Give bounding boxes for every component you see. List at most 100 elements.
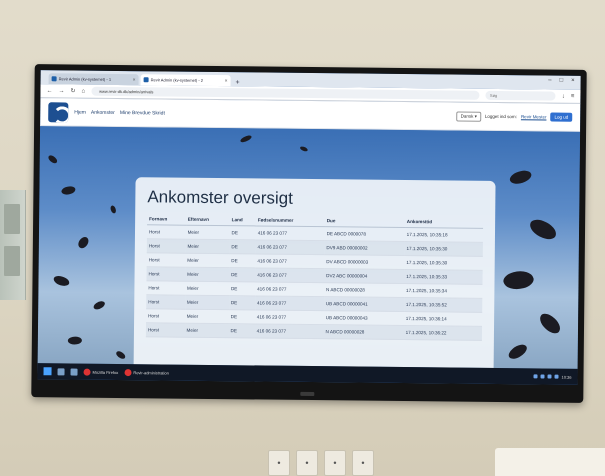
pigeon-silhouette [501, 267, 536, 293]
taskbar-app-admin[interactable]: Revir-administration [124, 368, 169, 376]
table-cell: 17.1.2025, 10:36:22 [403, 325, 483, 341]
column-header[interactable]: Fornavn [147, 213, 186, 226]
outlet: • [352, 450, 374, 476]
column-header[interactable]: Fødselsnummer [255, 214, 325, 227]
app-icon [124, 368, 132, 376]
home-icon[interactable]: ⌂ [81, 88, 85, 94]
table-cell: 416 06 23 077 [255, 281, 325, 297]
close-icon[interactable]: × [225, 78, 228, 84]
table-cell: 17.1.2025, 10:35:52 [403, 297, 483, 313]
column-header[interactable]: Ankomsttid [404, 216, 484, 229]
tv-screen: Revir Admin (kv-systemet) - 1 × Revir Ad… [37, 70, 581, 385]
pigeon-silhouette [60, 184, 77, 197]
outlet: • [296, 450, 318, 476]
table-cell: UB ABCD 00000043 [323, 310, 404, 326]
wall-panel [0, 190, 26, 300]
pigeon-silhouette [92, 299, 107, 312]
page-title: Ankomster oversigt [147, 187, 293, 208]
browser-tab-active[interactable]: Revir Admin (kv-systemet) - 2 × [140, 74, 231, 87]
column-header[interactable]: Efternavn [185, 213, 230, 226]
table-cell: Meier [185, 267, 230, 282]
pigeon-silhouette [239, 133, 253, 144]
site-logo[interactable] [48, 101, 69, 122]
wall-outlets: • • • • [268, 446, 418, 476]
table-cell: 416 06 23 077 [255, 225, 325, 241]
table-cell: Meier [184, 281, 230, 296]
tray-icon[interactable] [540, 374, 545, 379]
favicon-icon [51, 76, 57, 82]
site-nav: Hjem Ankomster Mine Brevdue Skridt [74, 109, 165, 116]
table-cell: DE [229, 267, 256, 282]
outlet: • [268, 450, 290, 476]
browser-tab[interactable]: Revir Admin (kv-systemet) - 1 × [48, 73, 139, 86]
pigeon-silhouette [75, 235, 91, 250]
close-icon[interactable]: × [133, 77, 136, 83]
site-user-area: Dansk ▾ Logget ind som: Revir Mester Log… [456, 111, 573, 122]
logout-button[interactable]: Log ud [550, 112, 573, 122]
table-cell: Horst [146, 266, 186, 282]
table-cell: 416 06 23 077 [255, 253, 325, 269]
file-explorer-icon[interactable] [70, 368, 78, 376]
menu-icon[interactable]: ≡ [571, 93, 575, 99]
network-icon[interactable] [547, 374, 552, 379]
reload-icon[interactable]: ↻ [70, 87, 75, 94]
table-cell: Horst [146, 238, 186, 254]
taskbar-app-firefox[interactable]: Mozilla Firefox [83, 368, 119, 376]
table-row[interactable]: Horst Meier DE 416 06 23 077 N ABCD 0000… [145, 322, 483, 341]
table-cell: DE [228, 295, 256, 310]
table-cell: 17.1.2025, 10:35:34 [403, 283, 483, 299]
pigeon-silhouette [46, 154, 59, 165]
tv-brand-logo [300, 391, 315, 397]
pigeon-silhouette [506, 341, 529, 363]
new-tab-icon[interactable]: + [236, 79, 240, 86]
nav-item-arrivals[interactable]: Ankomster [91, 109, 115, 115]
table-cell: Horst [145, 322, 185, 338]
url-input[interactable]: www.revir-dk.dk/admin/arrivals [91, 86, 480, 100]
forward-icon[interactable]: → [58, 88, 64, 94]
clock[interactable]: 10:36 [561, 374, 571, 379]
user-link[interactable]: Revir Mester [521, 114, 547, 119]
search-input[interactable]: Søg [485, 90, 556, 101]
nav-item-home[interactable]: Hjem [74, 109, 86, 115]
minimize-icon[interactable]: – [548, 77, 551, 83]
table-cell: N ABCD 00000028 [323, 324, 404, 340]
pigeon-silhouette [527, 217, 559, 242]
panel-stripe [4, 204, 20, 234]
table-cell: 17.1.2025, 10:35:30 [404, 241, 483, 257]
windows-start-icon[interactable] [43, 367, 52, 376]
table-cell: 17.1.2025, 10:36:14 [403, 311, 483, 327]
table-cell: Horst [146, 224, 186, 240]
table-cell: Meier [184, 323, 229, 338]
table-cell: DE [229, 225, 256, 240]
taskbar-app-label: Mozilla Firefox [92, 369, 119, 375]
maximize-icon[interactable]: □ [559, 78, 563, 84]
table-cell: Meier [185, 225, 230, 240]
close-window-icon[interactable]: × [571, 78, 575, 84]
table-cell: DE [228, 323, 255, 338]
language-select[interactable]: Dansk ▾ [456, 111, 481, 122]
table-cell: DE [228, 309, 255, 324]
table-cell: DE [228, 281, 256, 296]
volume-icon[interactable] [554, 374, 559, 379]
table-cell: DV2 ABC 00000004 [324, 268, 405, 284]
table-cell: DV ABCD 00000003 [324, 254, 405, 270]
table-cell: 17.1.2025, 10:35:33 [404, 269, 483, 285]
panel-stripe [4, 246, 20, 276]
column-header[interactable]: Land [229, 214, 256, 226]
pigeon-silhouette [508, 167, 534, 188]
nav-item-my-steps[interactable]: Mine Brevdue Skridt [120, 110, 165, 116]
outlet: • [324, 450, 346, 476]
search-icon[interactable] [57, 367, 65, 375]
table-cell: N ABCD 00000028 [323, 282, 405, 298]
taskbar-app-label: Revir-administration [133, 369, 169, 376]
arrivals-table: Fornavn Efternavn Land Fødselsnummer Due… [145, 213, 484, 341]
download-icon[interactable]: ↓ [562, 93, 565, 99]
column-header[interactable]: Due [324, 215, 405, 228]
table-cell: Horst [146, 308, 185, 324]
table-cell: Meier [185, 253, 230, 268]
back-icon[interactable]: ← [46, 88, 52, 94]
table-cell: 416 06 23 077 [254, 295, 324, 311]
table-cell: DE ABCD 0000078 [324, 226, 405, 242]
tray-icon[interactable] [533, 374, 538, 379]
logged-in-label: Logget ind som: [484, 113, 517, 120]
